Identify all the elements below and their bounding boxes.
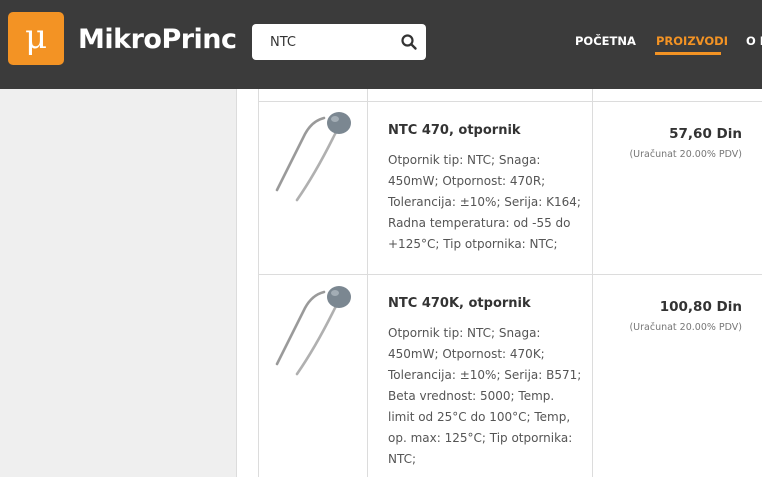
column-divider	[592, 89, 593, 477]
brand-name[interactable]: MikroPrinc	[78, 22, 237, 58]
product-name[interactable]: NTC 470, otpornik	[388, 123, 521, 138]
nav-item-proizvodi[interactable]: PROIZVODI	[656, 34, 728, 48]
row-divider	[258, 101, 762, 102]
row-divider	[258, 274, 762, 275]
nav-item-pocetna[interactable]: POČETNA	[575, 34, 636, 48]
sidebar	[0, 89, 237, 477]
product-image[interactable]	[263, 278, 363, 388]
product-description: Otpornik tip: NTC; Snaga: 450mW; Otporno…	[388, 326, 582, 466]
product-price: 100,80 Din	[659, 299, 742, 315]
product-description: Otpornik tip: NTC; Snaga: 450mW; Otporno…	[388, 153, 581, 251]
logo-icon[interactable]: μ	[8, 12, 64, 65]
vat-note: (Uračunat 20.00% PDV)	[629, 149, 742, 160]
nav-active-indicator	[655, 52, 721, 55]
product-price: 57,60 Din	[669, 126, 742, 142]
search-input[interactable]	[262, 27, 398, 57]
search-icon[interactable]	[400, 33, 418, 51]
column-divider	[367, 89, 368, 477]
vat-note: (Uračunat 20.00% PDV)	[629, 322, 742, 333]
top-header: μ MikroPrinc POČETNA PROIZVODI O N	[0, 0, 762, 89]
search-box	[252, 24, 426, 60]
product-name[interactable]: NTC 470K, otpornik	[388, 296, 531, 311]
nav-item-o-nama[interactable]: O N	[746, 34, 762, 48]
product-image[interactable]	[263, 104, 363, 214]
